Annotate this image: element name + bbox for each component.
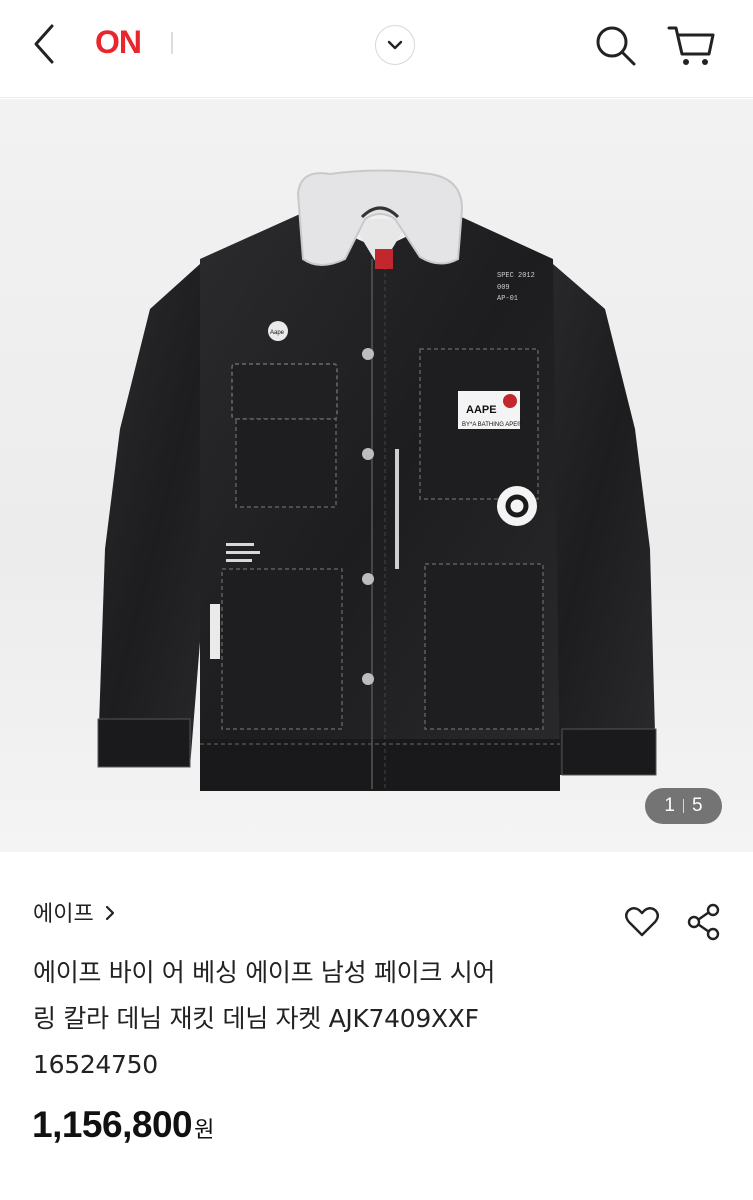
heart-icon (625, 907, 659, 937)
price-currency: 원 (194, 1118, 215, 1143)
pocket-sub-text: BY*A BATHING APE® (462, 421, 522, 428)
brand-name: 에이프 (33, 902, 94, 927)
brand-link[interactable]: 에이프 (33, 896, 116, 928)
product-image-jacket: AAPE BY*A BATHING APE® SPEC 2012 009 AP-… (97, 169, 657, 791)
product-title: 에이프 바이 어 베싱 에이프 남성 페이크 시어 링 칼라 데님 재킷 데님 … (33, 950, 593, 1088)
logo[interactable]: ON (95, 24, 142, 61)
spec-text: SPEC 2012 (497, 272, 535, 280)
wishlist-button[interactable] (622, 902, 662, 942)
back-arrow-icon (34, 24, 54, 64)
price-row: 1,156,800 원 (32, 1104, 214, 1146)
image-counter-current: 1 (664, 795, 675, 816)
share-button[interactable] (684, 902, 724, 942)
product-price: 1,156,800 (32, 1104, 193, 1145)
top-header: ON (0, 0, 753, 98)
product-title-line1: 에이프 바이 어 베싱 에이프 남성 페이크 시어 (33, 958, 496, 987)
image-counter-total: 5 (692, 795, 703, 816)
cart-button[interactable] (665, 22, 717, 70)
menu-dropdown-button[interactable] (375, 25, 415, 65)
product-title-line3: 16524750 (33, 1050, 158, 1079)
share-icon (687, 903, 720, 941)
image-counter: 1 5 (645, 788, 722, 824)
chevron-down-icon (387, 40, 403, 50)
cart-icon (667, 26, 715, 65)
spec-sub2: AP-01 (497, 295, 518, 303)
product-title-line2: 링 칼라 데님 재킷 데님 자켓 AJK7409XXF (33, 1004, 479, 1033)
chevron-right-icon (105, 905, 114, 921)
product-image-gallery[interactable]: AAPE BY*A BATHING APE® SPEC 2012 009 AP-… (0, 99, 753, 852)
logo-divider (171, 32, 173, 54)
badge-text: Aape (270, 330, 285, 336)
search-icon (596, 26, 636, 66)
back-button[interactable] (26, 22, 66, 66)
image-counter-separator (683, 799, 684, 813)
product-info: 에이프 에이프 바이 어 베싱 에이프 남성 페이크 시어 링 칼라 데님 재킷… (0, 852, 753, 1200)
spec-sub1: 009 (497, 284, 510, 292)
pocket-brand-text: AAPE (466, 404, 497, 416)
search-button[interactable] (592, 22, 640, 70)
